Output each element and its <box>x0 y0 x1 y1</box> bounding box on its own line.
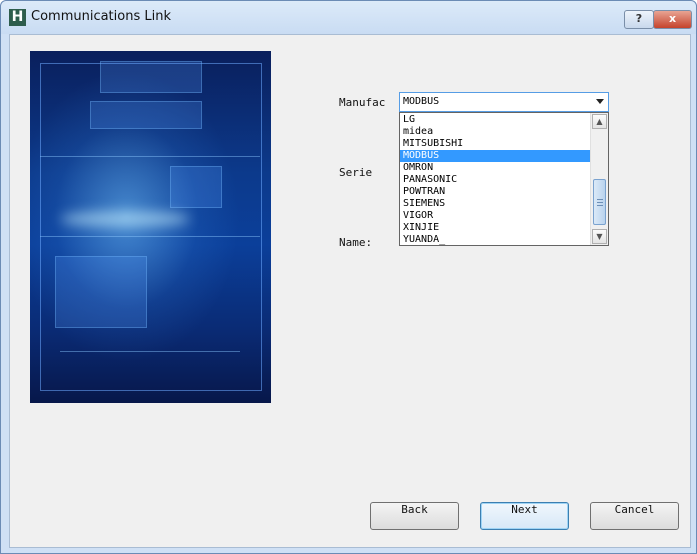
illustration-chip <box>55 256 147 328</box>
list-item[interactable]: midea <box>400 126 593 138</box>
next-button[interactable]: Next <box>480 502 569 530</box>
manufacturer-label: Manufac <box>339 96 386 109</box>
circuit-board-illustration <box>30 51 271 403</box>
manufacturer-combobox[interactable]: MODBUS <box>399 92 609 112</box>
illustration-chip <box>170 166 222 208</box>
illustration-glow <box>60 211 190 227</box>
grip-line <box>597 205 603 206</box>
list-item[interactable]: VIGOR <box>400 210 593 222</box>
grip-line <box>597 202 603 203</box>
close-button[interactable]: x <box>653 10 692 29</box>
arrow-up-icon[interactable]: ▲ <box>592 114 607 129</box>
list-item[interactable]: PANASONIC <box>400 174 593 186</box>
list-item[interactable]: OMRON <box>400 162 593 174</box>
list-item[interactable]: LG <box>400 114 593 126</box>
manufacturer-dropdown-list[interactable]: LG midea MITSUBISHI MODBUS OMRON PANASON… <box>399 112 609 246</box>
list-item[interactable]: MITSUBISHI <box>400 138 593 150</box>
app-icon: H <box>9 9 26 26</box>
series-label: Serie <box>339 166 373 179</box>
illustration-trace <box>60 351 240 352</box>
illustration-trace <box>40 156 260 157</box>
illustration-chip <box>100 61 202 93</box>
scrollbar-thumb[interactable] <box>593 179 606 225</box>
title-bar[interactable]: H Communications Link ? x <box>1 1 696 34</box>
manufacturer-combobox-value: MODBUS <box>403 96 440 107</box>
name-label: Name: <box>339 236 373 249</box>
list-item[interactable]: POWTRAN <box>400 186 593 198</box>
cancel-button[interactable]: Cancel <box>590 502 679 530</box>
illustration-trace <box>40 236 260 237</box>
arrow-down-icon[interactable]: ▼ <box>592 229 607 244</box>
back-button[interactable]: Back <box>370 502 459 530</box>
chevron-down-icon[interactable] <box>596 99 604 104</box>
list-item[interactable]: XINJIE <box>400 222 593 234</box>
dropdown-scrollbar[interactable]: ▲ ▼ <box>590 113 608 245</box>
grip-line <box>597 199 603 200</box>
help-button[interactable]: ? <box>624 10 654 29</box>
communications-link-dialog: H Communications Link ? x Manufac Serie … <box>0 0 697 554</box>
dropdown-items: LG midea MITSUBISHI MODBUS OMRON PANASON… <box>400 114 593 246</box>
illustration-chip <box>90 101 202 129</box>
dialog-client-area: Manufac Serie Name: MODBUS LG midea MITS… <box>9 34 691 548</box>
window-title: Communications Link <box>31 9 171 24</box>
list-item[interactable]: YUANDA_ <box>400 234 593 246</box>
list-item[interactable]: SIEMENS <box>400 198 593 210</box>
list-item-selected[interactable]: MODBUS <box>400 150 593 162</box>
